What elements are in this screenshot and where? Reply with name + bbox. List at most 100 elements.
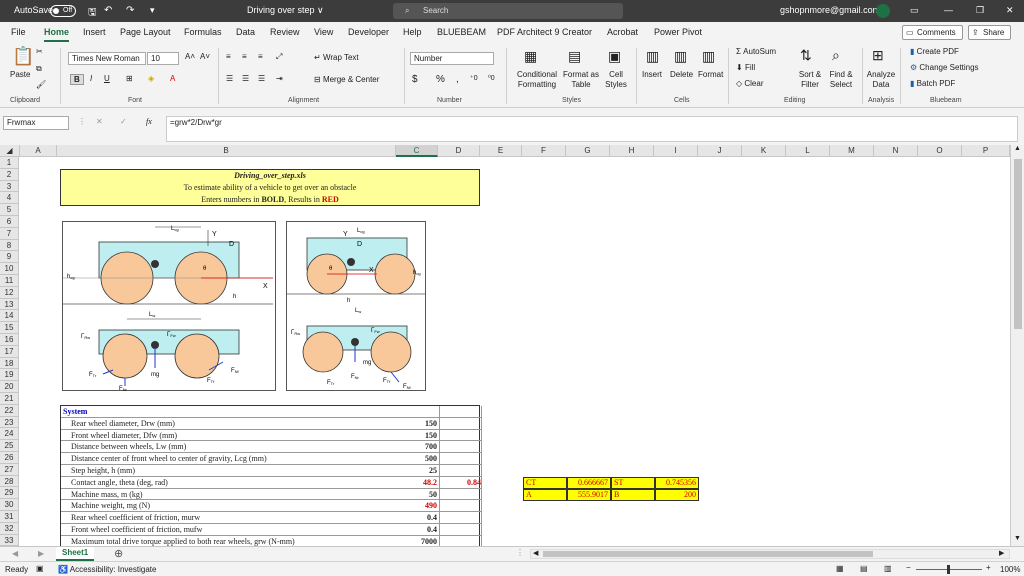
a-label[interactable]: A	[523, 489, 567, 501]
increase-decimal-icon[interactable]: ⁺0	[470, 74, 478, 82]
search-box[interactable]: ⌕ Search	[393, 3, 623, 19]
table-row[interactable]: Distance center of front wheel to center…	[61, 453, 481, 465]
number-format-select[interactable]: Number	[410, 52, 494, 65]
ribbon-display-icon[interactable]: ▭	[910, 5, 919, 16]
row-header[interactable]: 2	[0, 168, 19, 181]
row-header[interactable]: 11	[0, 275, 19, 287]
cancel-icon[interactable]: ✕	[96, 117, 103, 126]
increase-font-icon[interactable]: A˄	[185, 52, 195, 61]
fill-color-icon[interactable]: ◈	[148, 74, 154, 83]
bold-icon[interactable]: B	[70, 74, 84, 85]
format-painter-icon[interactable]: 🖌	[36, 80, 46, 89]
delete-cells-icon[interactable]: ▥	[674, 48, 687, 65]
horizontal-scrollbar[interactable]: ◀ ▶	[530, 549, 1010, 559]
row-header[interactable]: 13	[0, 298, 19, 311]
create-pdf-button[interactable]: ▮ Create PDF	[910, 47, 959, 56]
restore-icon[interactable]: ❐	[976, 5, 984, 16]
document-title[interactable]: Driving over step ∨	[247, 5, 324, 16]
analyze-data-button[interactable]: Analyze Data	[866, 70, 896, 90]
row-value[interactable]: 25	[415, 466, 437, 475]
table-row[interactable]: Maximum total drive torque applied to bo…	[61, 536, 481, 546]
sort-filter-button[interactable]: Sort & Filter	[795, 70, 825, 90]
column-header[interactable]: A	[20, 145, 57, 157]
align-left-icon[interactable]: ☰	[226, 74, 233, 83]
row-header[interactable]: 17	[0, 345, 19, 358]
decrease-decimal-icon[interactable]: ⁰0	[488, 74, 495, 82]
avatar[interactable]	[876, 4, 890, 18]
row-header[interactable]: 20	[0, 381, 19, 393]
row-header[interactable]: 6	[0, 216, 19, 228]
indent-icon[interactable]: ⇥	[276, 74, 283, 83]
column-header[interactable]: F	[522, 145, 566, 157]
row-value[interactable]: 150	[415, 431, 437, 440]
row-header[interactable]: 18	[0, 357, 19, 370]
font-size-select[interactable]: 10	[147, 52, 179, 65]
zoom-out-icon[interactable]: −	[906, 563, 911, 572]
column-header[interactable]: K	[742, 145, 786, 157]
cell-styles-button[interactable]: Cell Styles	[602, 70, 630, 90]
a-value[interactable]: 555.9017	[567, 489, 611, 501]
row-value-secondary[interactable]: 0.84	[461, 478, 481, 487]
row-header[interactable]: 9	[0, 251, 19, 264]
format-table-icon[interactable]: ▤	[568, 48, 581, 65]
format-cells-button[interactable]: Format	[698, 70, 723, 79]
table-row[interactable]: Contact angle, theta (deg, rad) 48.2 0.84	[61, 477, 481, 489]
tab-home[interactable]: Home	[44, 27, 70, 42]
row-header[interactable]: 31	[0, 511, 19, 523]
autosum-button[interactable]: Σ AutoSum	[736, 47, 776, 56]
enter-icon[interactable]: ✓	[120, 117, 127, 126]
find-icon[interactable]: ⌕	[832, 47, 840, 64]
spreadsheet-grid[interactable]: ◢ A B C D E F G H I J K L M N O P 123456…	[0, 145, 1010, 546]
row-value[interactable]: 150	[415, 419, 437, 428]
tab-power-pivot[interactable]: Power Pivot	[654, 27, 702, 37]
align-right-icon[interactable]: ☰	[258, 74, 265, 83]
row-header[interactable]: 26	[0, 452, 19, 464]
orientation-icon[interactable]: ⤢	[276, 52, 282, 62]
table-row[interactable]: Distance between wheels, Lw (mm) 700	[61, 441, 481, 454]
row-value[interactable]: 500	[415, 454, 437, 463]
scroll-right-icon[interactable]: ▶	[999, 549, 1004, 557]
row-header[interactable]: 3	[0, 180, 19, 193]
row-header[interactable]: 8	[0, 239, 19, 252]
row-header[interactable]: 19	[0, 369, 19, 382]
table-row[interactable]: Front wheel coefficient of friction, muf…	[61, 524, 481, 536]
table-row[interactable]: Machine mass, m (kg) 50	[61, 489, 481, 501]
row-header[interactable]: 23	[0, 416, 19, 429]
find-select-button[interactable]: Find & Select	[826, 70, 856, 90]
align-bottom-icon[interactable]: ≡	[258, 52, 263, 61]
underline-icon[interactable]: U	[104, 74, 110, 83]
clear-button[interactable]: ◇ Clear	[736, 79, 764, 88]
row-header[interactable]: 4	[0, 192, 19, 205]
row-header[interactable]: 7	[0, 227, 19, 240]
tab-file[interactable]: File	[11, 27, 26, 37]
tab-review[interactable]: Review	[270, 27, 300, 37]
row-value[interactable]: 7000	[415, 537, 437, 546]
tab-view[interactable]: View	[314, 27, 333, 37]
undo-icon[interactable]: ↶	[104, 5, 112, 16]
insert-cells-button[interactable]: Insert	[642, 70, 662, 79]
percent-icon[interactable]: %	[436, 74, 445, 85]
format-as-table-button[interactable]: Format as Table	[562, 70, 600, 90]
close-icon[interactable]: ✕	[1006, 5, 1014, 16]
next-sheet-icon[interactable]: ▶	[38, 549, 44, 558]
font-name-select[interactable]: Times New Roman	[68, 52, 146, 65]
table-row[interactable]: Front wheel diameter, Dfw (mm) 150	[61, 430, 481, 442]
comments-button[interactable]: ▭ Comments	[902, 25, 963, 40]
copy-icon[interactable]: ⧉	[36, 64, 42, 74]
row-header[interactable]: 14	[0, 310, 19, 323]
tab-formulas[interactable]: Formulas	[184, 27, 222, 37]
delete-cells-button[interactable]: Delete	[670, 70, 693, 79]
b-value[interactable]: 200	[655, 489, 699, 501]
customize-toolbar-icon[interactable]: ▾	[150, 5, 155, 16]
row-header[interactable]: 12	[0, 286, 19, 299]
column-header[interactable]: I	[654, 145, 698, 157]
tab-page-layout[interactable]: Page Layout	[120, 27, 171, 37]
tab-developer[interactable]: Developer	[348, 27, 389, 37]
zoom-level[interactable]: 100%	[1000, 565, 1020, 574]
row-header[interactable]: 10	[0, 263, 19, 275]
format-cells-icon[interactable]: ▥	[702, 48, 715, 65]
tab-insert[interactable]: Insert	[83, 27, 106, 37]
accessibility-status[interactable]: ♿ Accessibility: Investigate	[58, 565, 156, 574]
fill-button[interactable]: ⬇ Fill	[736, 63, 755, 72]
tab-split-icon[interactable]: ⋮	[516, 548, 524, 557]
